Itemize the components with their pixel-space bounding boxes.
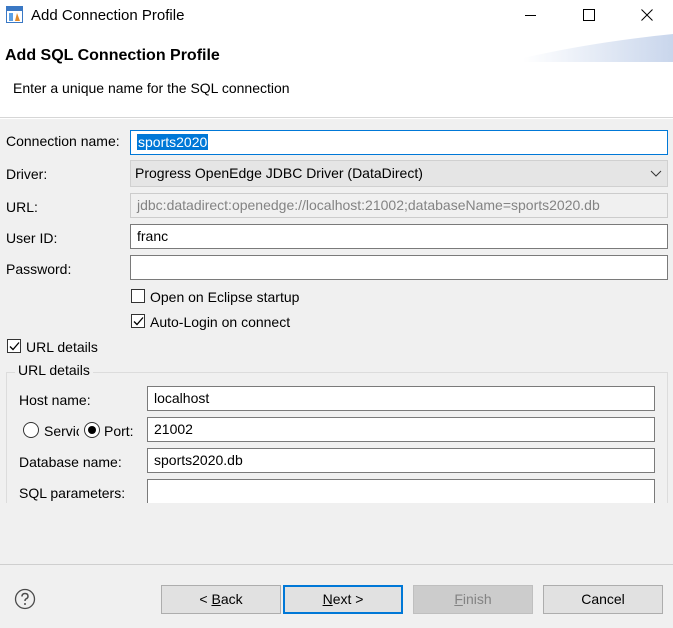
header-banner: Add SQL Connection Profile Enter a uniqu… [0,32,673,118]
checkmark-icon [9,342,20,351]
next-button-label: ext > [332,591,364,607]
host-name-value: localhost [154,390,210,406]
password-label: Password: [6,261,72,277]
database-name-value: sports2020.db [154,452,243,468]
radio-selected-dot [88,426,96,434]
host-name-input[interactable]: localhost [147,386,655,411]
button-bar: < Back Next > Finish Cancel [0,564,673,628]
finish-button-mnemonic: F [454,591,463,607]
connection-name-label: Connection name: [6,133,120,149]
app-icon [6,6,23,23]
open-on-startup-checkbox[interactable] [131,289,145,303]
auto-login-checkbox[interactable] [131,314,145,328]
back-button-label: ack [220,591,243,607]
driver-value: Progress OpenEdge JDBC Driver (DataDirec… [135,165,423,181]
open-on-startup-label[interactable]: Open on Eclipse startup [150,289,299,305]
maximize-button[interactable] [566,0,612,32]
back-button[interactable]: < Back [161,585,281,614]
password-input[interactable] [130,255,668,280]
sql-parameters-input[interactable] [147,479,655,503]
port-radio[interactable] [84,422,100,438]
user-id-value: franc [137,228,169,244]
host-name-label: Host name: [19,392,91,408]
database-name-label: Database name: [19,454,122,470]
back-button-mnemonic: B [211,591,221,607]
chevron-down-icon [650,161,662,194]
banner-decoration [523,34,673,62]
finish-button: Finish [413,585,533,614]
url-value: jdbc:datadirect:openedge://localhost:210… [137,197,600,213]
user-id-label: User ID: [6,230,58,246]
cancel-button-label: Cancel [581,591,625,607]
driver-label: Driver: [6,166,48,182]
checkmark-icon [133,317,144,326]
port-radio-label[interactable]: Port: [104,423,134,439]
minimize-button[interactable] [508,0,554,32]
url-details-group-label: URL details [15,362,93,378]
url-details-toggle-label[interactable]: URL details [26,339,98,355]
back-button-prefix: < [199,591,212,607]
window-title: Add Connection Profile [31,7,185,24]
sql-parameters-label: SQL parameters: [19,485,126,501]
url-label: URL: [6,199,38,215]
help-icon[interactable] [14,588,36,610]
port-input[interactable]: 21002 [147,417,655,442]
page-title: Add SQL Connection Profile [5,47,220,64]
title-bar[interactable]: Add Connection Profile [0,0,673,32]
next-button-mnemonic: N [322,591,333,607]
service-radio-label[interactable]: Servic [44,423,79,439]
connection-name-value: sports2020 [137,134,209,150]
url-details-checkbox[interactable] [7,339,21,353]
auto-login-label[interactable]: Auto-Login on connect [150,314,290,330]
port-value: 21002 [154,421,193,437]
database-name-input[interactable]: sports2020.db [147,448,655,473]
page-description: Enter a unique name for the SQL connecti… [13,80,290,96]
service-radio[interactable] [23,422,39,438]
cancel-button[interactable]: Cancel [543,585,663,614]
next-button[interactable]: Next > [283,585,403,614]
driver-select[interactable]: Progress OpenEdge JDBC Driver (DataDirec… [130,160,668,187]
user-id-input[interactable]: franc [130,224,668,249]
connection-form: Connection name: sports2020 Driver: Prog… [0,119,673,564]
finish-button-label: inish [462,591,492,607]
close-button[interactable] [624,0,670,32]
connection-name-input[interactable]: sports2020 [130,130,668,155]
url-field: jdbc:datadirect:openedge://localhost:210… [130,193,668,218]
